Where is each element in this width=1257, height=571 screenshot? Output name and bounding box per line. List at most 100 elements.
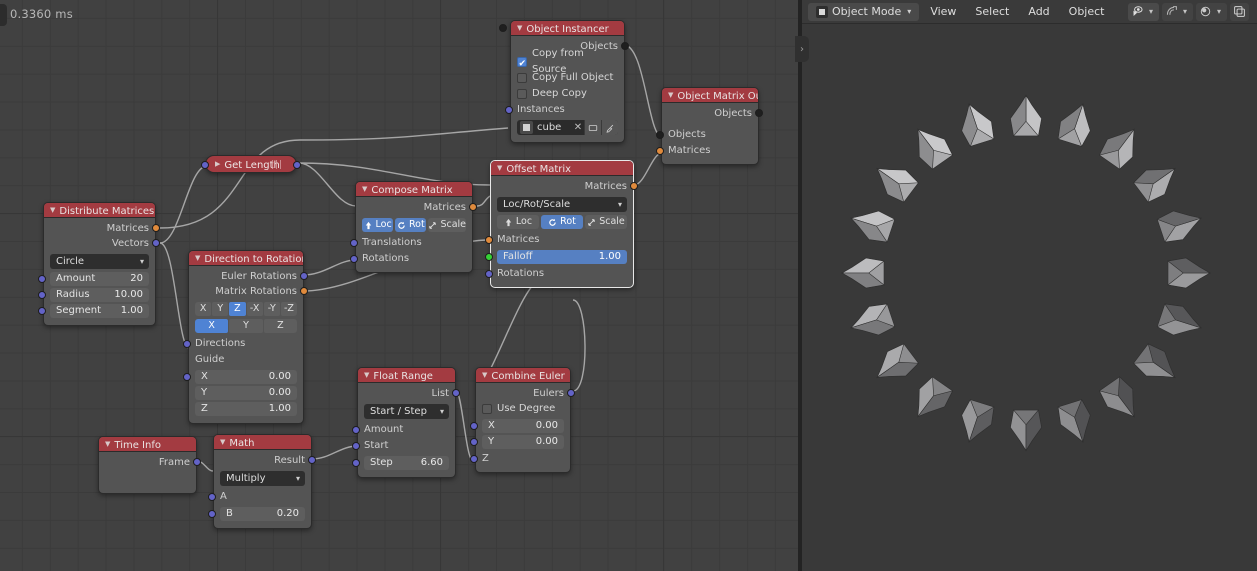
field-x[interactable]: X 0.00 [470,419,564,433]
node-math[interactable]: ▼Math Result Multiply A B0.20 [208,434,316,529]
node-direction-to-rotation[interactable]: ▼ Direction to Rotation Euler Rotations M… [183,250,308,424]
up-axis-row[interactable]: X Y Z [195,319,297,333]
checkbox-box[interactable] [517,89,527,99]
input-socket-z[interactable]: Z [470,451,564,467]
field-guide-y[interactable]: Y 0.00 [195,386,297,400]
menu-add[interactable]: Add [1020,3,1057,21]
node-distribute-matrices[interactable]: ▼ Distribute Matrices Matrices Vectors Ci… [38,202,160,326]
socket-dot[interactable] [630,182,638,190]
node-editor-canvas[interactable]: 0.3360 ms ▼ Distribute Matrices Matrices… [0,0,798,571]
input-socket-dot[interactable] [201,161,209,169]
browse-object-button[interactable] [584,120,601,135]
socket-dot[interactable] [38,291,46,299]
output-socket-frame[interactable]: Frame [105,455,201,470]
socket-dot[interactable] [485,270,493,278]
socket-dot[interactable] [621,42,629,50]
eyedropper-button[interactable] [601,120,618,135]
field-segment[interactable]: Segment 1.00 [38,304,149,318]
collapse-triangle-icon[interactable]: ▼ [105,437,110,451]
node-get-length[interactable]: ▼ Get Length ||| [201,155,301,173]
socket-dot[interactable] [208,493,216,501]
object-selector-field[interactable]: cube ✕ [499,24,618,135]
input-socket-objects[interactable]: Objects [656,127,752,143]
collapse-triangle-icon[interactable]: ▼ [362,182,367,196]
overlay-toggle-button[interactable] [1230,2,1249,21]
offset-toggles[interactable]: Loc Rot Scale [497,215,627,229]
checkbox-copy-from-source[interactable]: Copy from Source [517,48,618,75]
socket-dot[interactable] [152,224,160,232]
input-socket-matrices[interactable]: Matrices [485,232,627,248]
node-header[interactable]: ▼ Math [214,435,311,450]
toggle-loc[interactable]: Loc [362,218,394,232]
3d-viewport[interactable] [798,0,1257,571]
output-socket-objects[interactable]: Objects [517,39,629,54]
node-header[interactable]: ▼ Float Range [358,368,455,383]
checkbox-copy-full-object[interactable]: Copy Full Object [517,70,618,86]
collapse-triangle-icon[interactable]: ▼ [517,21,522,35]
checkbox-box[interactable] [517,73,527,83]
checkbox-use-degree[interactable]: Use Degree [482,401,564,417]
output-socket-eulers[interactable]: Eulers [482,386,575,401]
node-time-info[interactable]: ▼ Time Info Frame [98,436,201,494]
collapse-triangle-icon[interactable]: ▼ [668,88,673,102]
input-socket-instances[interactable]: Instances [505,102,618,118]
socket-dot[interactable] [470,455,478,463]
collapse-triangle-icon[interactable]: ▼ [220,435,225,449]
collapse-triangle-icon[interactable]: ▼ [364,368,369,382]
node-object-instancer[interactable]: ▼Object Instancer Objects Copy from Sour… [499,20,629,143]
toggle-scale[interactable]: Scale [428,218,466,232]
socket-dot[interactable] [656,147,664,155]
socket-dot[interactable] [193,458,201,466]
input-socket-rotations[interactable]: Rotations [485,266,627,282]
socket-dot[interactable] [38,307,46,315]
toggle-rot[interactable]: Rot [541,215,583,229]
node-float-range[interactable]: ▼Float Range List Start / Step Amount St… [352,367,460,478]
socket-dot[interactable] [352,426,360,434]
up-axis-z[interactable]: Z [263,319,297,333]
node-header[interactable]: ▼ Offset Matrix [491,161,633,176]
area-divider[interactable] [798,0,802,571]
socket-dot[interactable] [152,239,160,247]
node-editor-sidebar-tab[interactable] [0,4,7,26]
offset-mode-dropdown[interactable]: Loc/Rot/Scale [497,197,627,212]
output-socket-matrices[interactable]: Matrices [50,221,160,236]
input-socket-start[interactable]: Start [352,438,449,454]
node-header[interactable]: ▼ Distribute Matrices [44,203,155,218]
axis-x[interactable]: X [195,302,212,316]
socket-dot[interactable] [300,287,308,295]
mode-selector-dropdown[interactable]: Object Mode ▾ [808,2,920,21]
axis-z[interactable]: Z [229,302,246,316]
node-compose-matrix[interactable]: ▼ Compose Matrix Matrices Loc Rot Scale … [350,181,477,273]
socket-dot[interactable] [485,236,493,244]
output-socket-objects[interactable]: Objects [668,106,763,121]
node-header[interactable]: ▼ Compose Matrix [356,182,472,197]
node-object-matrix-output[interactable]: ▼Object Matrix Output Objects Objects Ma… [656,87,763,165]
viewport-sidebar-tab[interactable]: › [795,36,809,62]
range-mode-dropdown[interactable]: Start / Step [364,404,449,419]
input-socket-matrices[interactable]: Matrices [656,143,752,159]
output-socket-matrices[interactable]: Matrices [362,200,477,215]
input-socket-directions[interactable]: Directions [183,336,297,352]
field-guide-x[interactable]: X 0.00 [183,370,297,384]
input-socket-guide[interactable]: Guide [195,352,297,368]
socket-dot[interactable] [308,456,316,464]
socket-dot[interactable] [656,131,664,139]
axis-neg-y[interactable]: -Y [263,302,280,316]
input-socket-a[interactable]: A [208,489,305,505]
collapse-triangle-icon[interactable]: ▼ [50,203,55,217]
chevron-down-icon[interactable]: ▾ [1146,7,1156,16]
viewport-scene[interactable] [798,24,1257,571]
checkbox-box[interactable] [517,56,527,72]
proportional-editing-selector[interactable]: ▾ [1195,2,1227,21]
expand-triangle-icon[interactable]: ▼ [210,161,226,166]
field-b[interactable]: B 0.20 [208,507,305,521]
clear-object-icon[interactable]: ✕ [572,122,584,133]
field-guide-z[interactable]: Z 1.00 [195,402,297,416]
toggle-rot[interactable]: Rot [395,218,427,232]
socket-dot[interactable] [470,438,478,446]
output-socket-result[interactable]: Result [220,453,316,468]
track-axis-row[interactable]: X Y Z -X -Y -Z [195,302,298,316]
input-socket-amount[interactable]: Amount [352,422,449,438]
visibility-selector[interactable]: ▾ [1127,2,1159,21]
socket-dot[interactable] [38,275,46,283]
